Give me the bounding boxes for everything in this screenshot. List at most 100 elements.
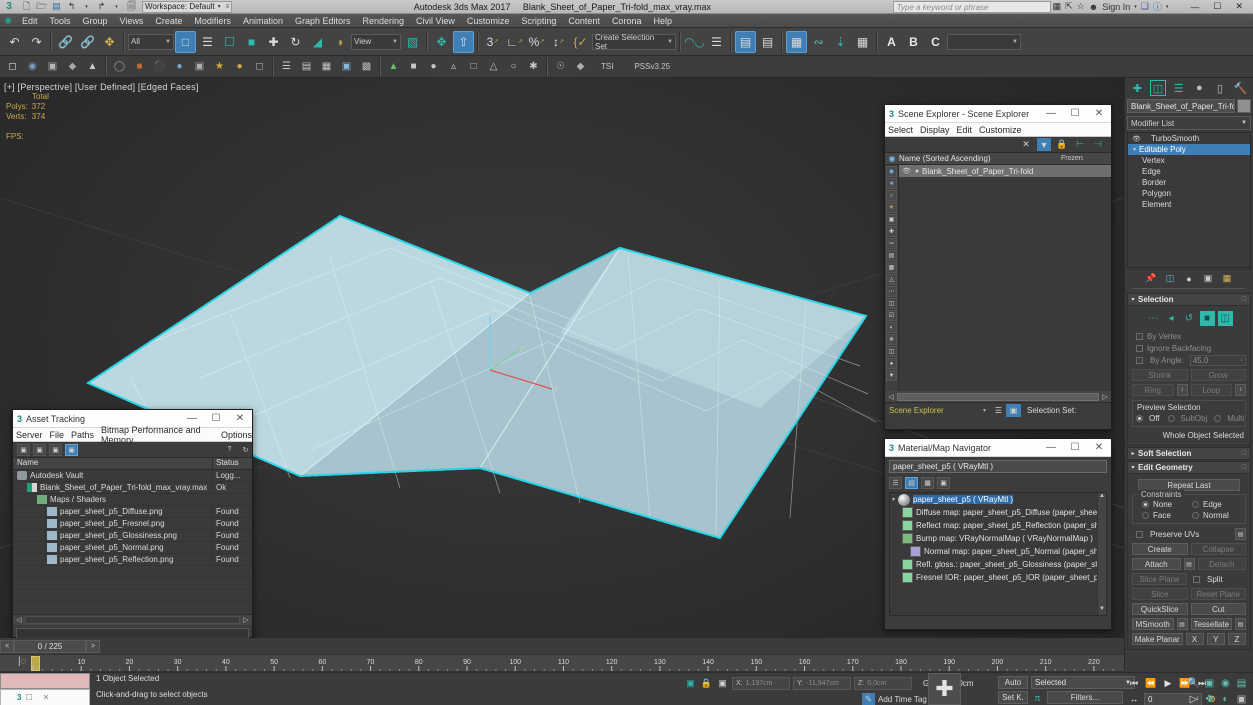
- constraints-group[interactable]: Constraints None Edge Face Normal: [1132, 490, 1246, 524]
- modifier-stack-item[interactable]: 👁 TurboSmooth: [1128, 133, 1250, 144]
- key-controls-group[interactable]: Auto Selected ▼ Set K. π Filters...: [998, 676, 1135, 704]
- frame-navigation-bar[interactable]: < 0 / 225 >: [0, 638, 1124, 654]
- window-crossing-icon[interactable]: ■: [241, 31, 262, 53]
- by-vertex-row[interactable]: By Vertex: [1132, 330, 1246, 342]
- preview-off-radio[interactable]: [1136, 415, 1143, 422]
- preview-selection-group[interactable]: Preview Selection Off SubObj Multi: [1132, 400, 1246, 427]
- filter-layers-icon[interactable]: ◫: [886, 346, 897, 357]
- asset-tracking-hscrollbar[interactable]: ◁ ▷: [13, 614, 252, 625]
- menu-item-create[interactable]: Create: [149, 14, 188, 28]
- tree-item[interactable]: Reflect map: paper_sheet_p5_Reflection (…: [890, 519, 1106, 532]
- redo-icon[interactable]: ↱: [95, 1, 108, 13]
- coord-z-field[interactable]: Z: 0,0cm: [854, 677, 912, 690]
- at-tool-3-icon[interactable]: ▣: [49, 443, 62, 456]
- workspace-menu-icon[interactable]: ≡: [226, 4, 230, 10]
- menu-item-graph-editors[interactable]: Graph Editors: [289, 14, 357, 28]
- undo-icon[interactable]: ↶: [4, 31, 25, 53]
- create-collapse-row[interactable]: Create Collapse: [1132, 543, 1246, 555]
- scene-explorer-menubar[interactable]: Select Display Edit Customize: [885, 123, 1111, 137]
- play-icon[interactable]: ▶: [1160, 676, 1176, 690]
- scroll-right-arrow-icon[interactable]: ▷: [240, 616, 252, 624]
- menu-item-display[interactable]: Display: [920, 125, 950, 135]
- status-bar[interactable]: 3 ☐ ✕ 1 Object Selected Click-and-drag t…: [0, 672, 1253, 705]
- ring-button[interactable]: Ring: [1132, 384, 1174, 396]
- remove-modifier-icon[interactable]: ▣: [1202, 272, 1215, 285]
- plugin-icon-25[interactable]: ○: [504, 58, 523, 76]
- plugin-icon-6[interactable]: ◯: [110, 58, 129, 76]
- rollup-pin-icon[interactable]: □: [1242, 296, 1250, 303]
- attach-settings-icon[interactable]: ▤: [1183, 558, 1195, 570]
- quickslice-button[interactable]: QuickSlice: [1132, 603, 1188, 615]
- attach-button[interactable]: Attach: [1132, 558, 1181, 570]
- close-icon[interactable]: ✕: [1235, 1, 1243, 12]
- menu-item-civil-view[interactable]: Civil View: [410, 14, 461, 28]
- filters-button[interactable]: Filters...: [1047, 691, 1123, 704]
- hierarchy-tab-icon[interactable]: ☰: [1171, 80, 1187, 96]
- scroll-left-arrow-icon[interactable]: ◁: [885, 393, 897, 401]
- help-icon[interactable]: ⓘ: [1153, 0, 1162, 13]
- menu-item-corona[interactable]: Corona: [606, 14, 648, 28]
- plugin-icon-16[interactable]: ▦: [317, 58, 336, 76]
- save-file-icon[interactable]: ▤: [50, 1, 63, 13]
- select-scale-icon[interactable]: ◢: [307, 31, 328, 53]
- select-link-icon[interactable]: 🔗: [55, 31, 76, 53]
- plugin-icon-20[interactable]: ■: [404, 58, 423, 76]
- selection-rollup-header[interactable]: ▾ Selection □: [1127, 293, 1251, 306]
- by-angle-row[interactable]: By Angle: 45,0 ↕: [1132, 354, 1246, 366]
- add-time-tag-label[interactable]: Add Time Tag: [878, 695, 927, 704]
- placement-tool-icon[interactable]: ◑: [329, 31, 350, 53]
- asset-tracking-menubar[interactable]: Server File Paths Bitmap Performance and…: [13, 425, 252, 445]
- menu-item-customize[interactable]: Customize: [461, 14, 516, 28]
- layer-explorer-icon[interactable]: ▤: [757, 31, 778, 53]
- ignore-backfacing-checkbox[interactable]: [1136, 344, 1143, 352]
- plugin-icon-21[interactable]: ●: [424, 58, 443, 76]
- plugin-icon-19[interactable]: ▲: [384, 58, 403, 76]
- tree-item[interactable]: Fresnel IOR: paper_sheet_p5_IOR (paper_s…: [890, 571, 1106, 584]
- rollup-pin-icon[interactable]: □: [1242, 464, 1250, 471]
- reference-coord-combo[interactable]: View ▼: [351, 33, 401, 50]
- detail-view-icon[interactable]: ▤: [905, 477, 918, 489]
- window-controls[interactable]: — ☐ ✕: [1172, 1, 1253, 12]
- configure-modifier-sets-icon[interactable]: ▦: [1221, 272, 1234, 285]
- minimize-icon[interactable]: —: [1039, 439, 1063, 457]
- table-row[interactable]: paper_sheet_p5_Glossiness.png Found: [13, 530, 252, 542]
- subobject-item-polygon[interactable]: Polygon: [1128, 188, 1250, 199]
- maximize-icon[interactable]: ☐: [1063, 105, 1087, 123]
- subobject-item-border[interactable]: Border: [1128, 177, 1250, 188]
- split-checkbox[interactable]: [1193, 575, 1200, 583]
- material-name-field[interactable]: paper_sheet_p5 ( VRayMtl ): [889, 460, 1107, 473]
- absolute-mode-icon[interactable]: ▣: [716, 677, 729, 690]
- rollup-pin-icon[interactable]: □: [1242, 450, 1250, 457]
- at-tool-1-icon[interactable]: ▣: [17, 443, 30, 456]
- constraint-edge-radio[interactable]: [1192, 501, 1199, 508]
- edit-geometry-rollup-header[interactable]: ▾ Edit Geometry □: [1127, 461, 1251, 474]
- preserve-uvs-settings-icon[interactable]: ▤: [1235, 528, 1246, 540]
- zoom-all-icon[interactable]: ▣: [1202, 676, 1217, 690]
- material-navigator-toolbar[interactable]: ☰ ▤ ▦ ▣: [885, 476, 1111, 490]
- collapse-triangle-icon[interactable]: ▾: [1128, 464, 1138, 471]
- scene-explorer-toolbar[interactable]: ✕ ▼ 🔒 ⊢ ⊣: [885, 137, 1111, 153]
- search-input[interactable]: Type a keyword or phrase: [892, 0, 1051, 13]
- object-color-swatch[interactable]: [1237, 99, 1251, 113]
- bind-spacewarp-icon[interactable]: ✥: [99, 31, 120, 53]
- menu-item-group[interactable]: Group: [77, 14, 114, 28]
- shrink-grow-row[interactable]: Shrink Grow: [1132, 369, 1246, 381]
- snap-toggle-icon[interactable]: 3 ↗: [482, 31, 503, 53]
- coord-x-field[interactable]: X: 1,197cm: [732, 677, 790, 690]
- at-refresh-icon[interactable]: ↻: [239, 444, 252, 456]
- font-b-icon[interactable]: B: [903, 31, 924, 53]
- coord-y-field[interactable]: Y: -11,947cm: [793, 677, 851, 690]
- filter-containers-icon[interactable]: ◫: [886, 298, 897, 309]
- subobject-item-vertex[interactable]: Vertex: [1128, 155, 1250, 166]
- zoom-icon[interactable]: 🔍: [1186, 676, 1201, 690]
- menu-item-animation[interactable]: Animation: [237, 14, 289, 28]
- ignore-backfacing-row[interactable]: Ignore Backfacing: [1132, 342, 1246, 354]
- menu-item-server[interactable]: Server: [16, 430, 43, 440]
- menu-bar[interactable]: ◉ Edit Tools Group Views Create Modifier…: [0, 14, 1253, 28]
- constraint-normal-radio[interactable]: [1192, 512, 1199, 519]
- plugin-icon-22[interactable]: ▵: [444, 58, 463, 76]
- material-navigator-scrollbar[interactable]: ▲ ▼: [1097, 493, 1106, 615]
- help-chevron-icon[interactable]: ▾: [1166, 4, 1169, 10]
- motion-tab-icon[interactable]: ●: [1191, 80, 1207, 96]
- zoom-extents-icon[interactable]: ◉: [1218, 676, 1233, 690]
